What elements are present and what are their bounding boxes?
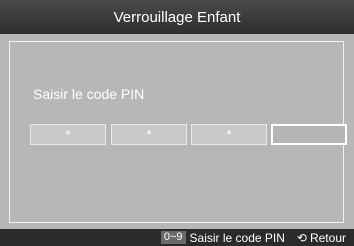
number-keys-hint: Saisir le code PIN <box>189 230 285 245</box>
pin-input-row: * * * <box>0 124 354 146</box>
pin-digit-4[interactable] <box>271 124 347 145</box>
dialog-title: Verrouillage Enfant <box>113 8 241 26</box>
number-keys-badge: 0~9 <box>160 231 186 244</box>
dialog-title-bar: Verrouillage Enfant <box>0 0 354 34</box>
return-label[interactable]: Retour <box>310 231 346 245</box>
pin-digit-2[interactable]: * <box>111 124 187 145</box>
footer-help-bar: 0~9 Saisir le code PIN ⟲ Retour <box>0 229 354 246</box>
return-icon[interactable]: ⟲ <box>297 231 307 245</box>
pin-prompt-label: Saisir le code PIN <box>33 86 145 102</box>
pin-digit-3[interactable]: * <box>191 124 267 145</box>
pin-digit-1[interactable]: * <box>30 124 106 145</box>
